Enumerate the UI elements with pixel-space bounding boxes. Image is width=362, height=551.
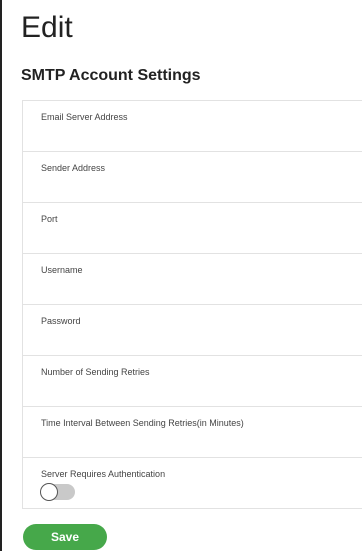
retry-interval-field: Time Interval Between Sending Retries(in… [23,407,362,458]
server-auth-toggle[interactable] [40,483,75,501]
sending-retries-label: Number of Sending Retries [41,367,150,377]
sender-address-label: Sender Address [41,163,106,173]
page-title: Edit [21,11,73,44]
retry-interval-label: Time Interval Between Sending Retries(in… [41,418,244,428]
username-field: Username [23,254,362,305]
sender-address-field: Sender Address [23,152,362,203]
smtp-settings-form: Email Server Address Sender Address Port… [22,100,362,509]
port-input[interactable] [41,229,341,247]
retry-interval-input[interactable] [41,433,341,451]
sender-address-input[interactable] [41,178,341,196]
server-auth-label: Server Requires Authentication [41,469,166,479]
password-input[interactable] [41,331,341,349]
toggle-off-icon [40,483,58,501]
password-label: Password [41,316,81,326]
sending-retries-field: Number of Sending Retries [23,356,362,407]
save-button[interactable]: Save [23,524,107,550]
email-server-address-field: Email Server Address [23,101,362,152]
password-field: Password [23,305,362,356]
email-server-address-input[interactable] [41,127,341,145]
email-server-address-label: Email Server Address [41,112,128,122]
edit-page: Edit SMTP Account Settings Email Server … [0,0,362,551]
section-title: SMTP Account Settings [21,67,201,84]
username-label: Username [41,265,83,275]
sending-retries-input[interactable] [41,382,341,400]
server-auth-field: Server Requires Authentication [23,458,362,512]
username-input[interactable] [41,280,341,298]
port-field: Port [23,203,362,254]
port-label: Port [41,214,58,224]
